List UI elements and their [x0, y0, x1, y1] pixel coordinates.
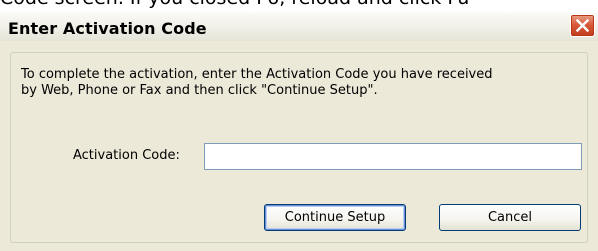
activation-code-input[interactable]: [204, 143, 582, 170]
activation-dialog: Enter Activation Code To complete the ac…: [0, 12, 598, 251]
dialog-titlebar[interactable]: Enter Activation Code: [0, 12, 598, 41]
instructions-line-1: To complete the activation, enter the Ac…: [21, 67, 493, 82]
close-button[interactable]: [570, 14, 595, 37]
cancel-button[interactable]: Cancel: [439, 204, 581, 231]
screen: Code screen. If you closed F6, reload an…: [0, 0, 598, 251]
background-cropped-text: Code screen. If you closed F6, reload an…: [0, 0, 469, 9]
activation-code-label: Activation Code:: [73, 148, 180, 163]
instructions-line-2: by Web, Phone or Fax and then click "Con…: [21, 83, 378, 98]
continue-setup-button[interactable]: Continue Setup: [264, 204, 406, 231]
instructions-text: To complete the activation, enter the Ac…: [21, 67, 581, 99]
dialog-title: Enter Activation Code: [8, 19, 207, 38]
close-icon: [576, 19, 589, 32]
dialog-content: To complete the activation, enter the Ac…: [4, 41, 594, 247]
